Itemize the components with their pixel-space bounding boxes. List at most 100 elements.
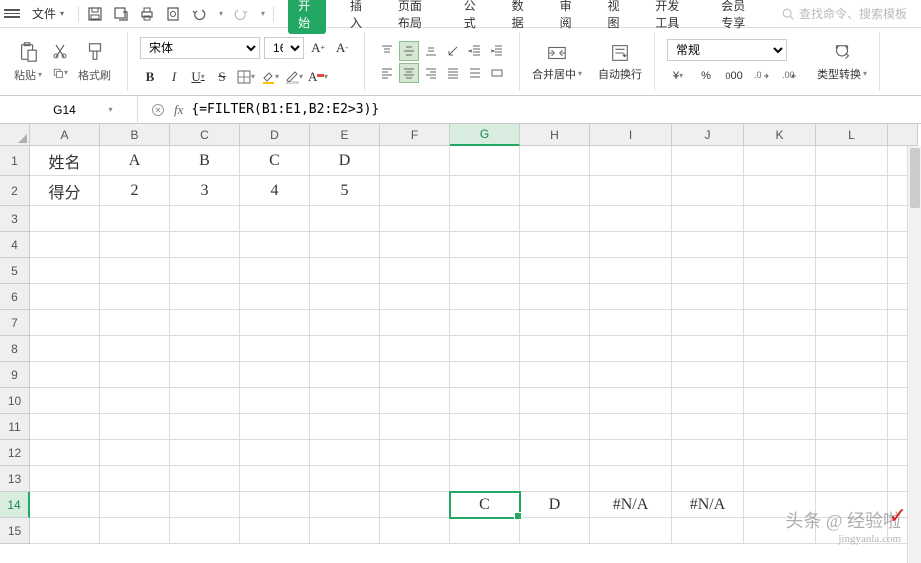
align-right-icon[interactable]	[421, 63, 441, 83]
cell[interactable]	[240, 388, 310, 414]
cell[interactable]	[450, 440, 520, 466]
justify-icon[interactable]	[443, 63, 463, 83]
cell[interactable]	[380, 336, 450, 362]
increase-indent-icon[interactable]	[487, 41, 507, 61]
cell[interactable]	[520, 232, 590, 258]
cell[interactable]	[744, 388, 816, 414]
cell[interactable]	[816, 492, 888, 518]
cell[interactable]	[170, 466, 240, 492]
cell[interactable]	[590, 414, 672, 440]
fill-color-button[interactable]: ▾	[260, 67, 280, 87]
increase-decimal-icon[interactable]: .00	[779, 67, 801, 85]
cell[interactable]	[100, 440, 170, 466]
cell[interactable]	[380, 466, 450, 492]
save-icon[interactable]	[87, 6, 103, 22]
tab-developer[interactable]: 开发工具	[649, 0, 697, 35]
wrap-text-button[interactable]: 自动换行	[594, 32, 646, 91]
cell[interactable]	[30, 258, 100, 284]
cell[interactable]	[520, 440, 590, 466]
cell[interactable]	[310, 388, 380, 414]
font-name-select[interactable]: 宋体	[140, 37, 260, 59]
cell[interactable]	[100, 414, 170, 440]
cell[interactable]	[672, 518, 744, 544]
cell[interactable]	[100, 492, 170, 518]
cell[interactable]	[310, 414, 380, 440]
cell[interactable]	[744, 232, 816, 258]
cell[interactable]	[744, 284, 816, 310]
name-box[interactable]: ▾	[0, 96, 138, 123]
cell[interactable]	[590, 146, 672, 176]
cell[interactable]	[816, 362, 888, 388]
cell[interactable]	[380, 176, 450, 206]
column-header[interactable]: G	[450, 124, 520, 146]
tab-page-layout[interactable]: 页面布局	[392, 0, 440, 35]
cell[interactable]	[30, 232, 100, 258]
cell[interactable]	[450, 232, 520, 258]
cell[interactable]	[30, 492, 100, 518]
cell[interactable]	[744, 466, 816, 492]
command-search[interactable]	[781, 7, 917, 21]
cell[interactable]	[744, 414, 816, 440]
column-header[interactable]: I	[590, 124, 672, 146]
paste-button[interactable]: 粘贴▾	[10, 39, 46, 85]
cell[interactable]	[100, 362, 170, 388]
cell[interactable]: 2	[100, 176, 170, 206]
cell[interactable]	[590, 362, 672, 388]
decrease-font-icon[interactable]: A-	[332, 38, 352, 58]
cell[interactable]	[816, 414, 888, 440]
cell[interactable]	[672, 310, 744, 336]
cell[interactable]	[380, 492, 450, 518]
cell[interactable]	[816, 336, 888, 362]
cell[interactable]	[380, 310, 450, 336]
cell[interactable]	[520, 336, 590, 362]
row-header[interactable]: 3	[0, 206, 30, 232]
row-header[interactable]: 9	[0, 362, 30, 388]
cell[interactable]	[744, 258, 816, 284]
select-all-corner[interactable]	[0, 124, 30, 146]
cell[interactable]	[240, 206, 310, 232]
column-header[interactable]: F	[380, 124, 450, 146]
cell[interactable]	[590, 388, 672, 414]
cell[interactable]	[816, 206, 888, 232]
cell[interactable]: #N/A	[590, 492, 672, 518]
cell[interactable]	[672, 284, 744, 310]
row-header[interactable]: 11	[0, 414, 30, 440]
cell[interactable]	[240, 310, 310, 336]
cell[interactable]: C	[240, 146, 310, 176]
menu-icon[interactable]	[4, 6, 20, 22]
cell[interactable]	[380, 146, 450, 176]
row-header[interactable]: 5	[0, 258, 30, 284]
cell[interactable]	[450, 284, 520, 310]
row-header[interactable]: 14	[0, 492, 30, 518]
cell[interactable]	[816, 258, 888, 284]
row-header[interactable]: 8	[0, 336, 30, 362]
cell[interactable]	[30, 440, 100, 466]
cell[interactable]: #N/A	[672, 492, 744, 518]
cell[interactable]	[310, 466, 380, 492]
save-as-icon[interactable]	[113, 6, 129, 22]
cell[interactable]	[520, 466, 590, 492]
cell[interactable]	[240, 336, 310, 362]
percent-icon[interactable]: %	[695, 67, 717, 85]
cell[interactable]	[672, 362, 744, 388]
tab-view[interactable]: 视图	[601, 0, 631, 35]
cell[interactable]	[450, 362, 520, 388]
tab-data[interactable]: 数据	[506, 0, 536, 35]
cell[interactable]	[100, 258, 170, 284]
cell[interactable]	[520, 414, 590, 440]
row-header[interactable]: 1	[0, 146, 30, 176]
cell[interactable]	[170, 362, 240, 388]
cell[interactable]	[240, 440, 310, 466]
cell[interactable]	[240, 258, 310, 284]
cell[interactable]	[100, 388, 170, 414]
cell[interactable]	[520, 310, 590, 336]
cell[interactable]	[672, 466, 744, 492]
cell[interactable]	[170, 258, 240, 284]
align-bottom-icon[interactable]	[421, 41, 441, 61]
tab-review[interactable]: 审阅	[554, 0, 584, 35]
cell[interactable]	[170, 284, 240, 310]
column-header[interactable]: E	[310, 124, 380, 146]
cell[interactable]	[816, 518, 888, 544]
cell[interactable]	[672, 414, 744, 440]
row-header[interactable]: 12	[0, 440, 30, 466]
